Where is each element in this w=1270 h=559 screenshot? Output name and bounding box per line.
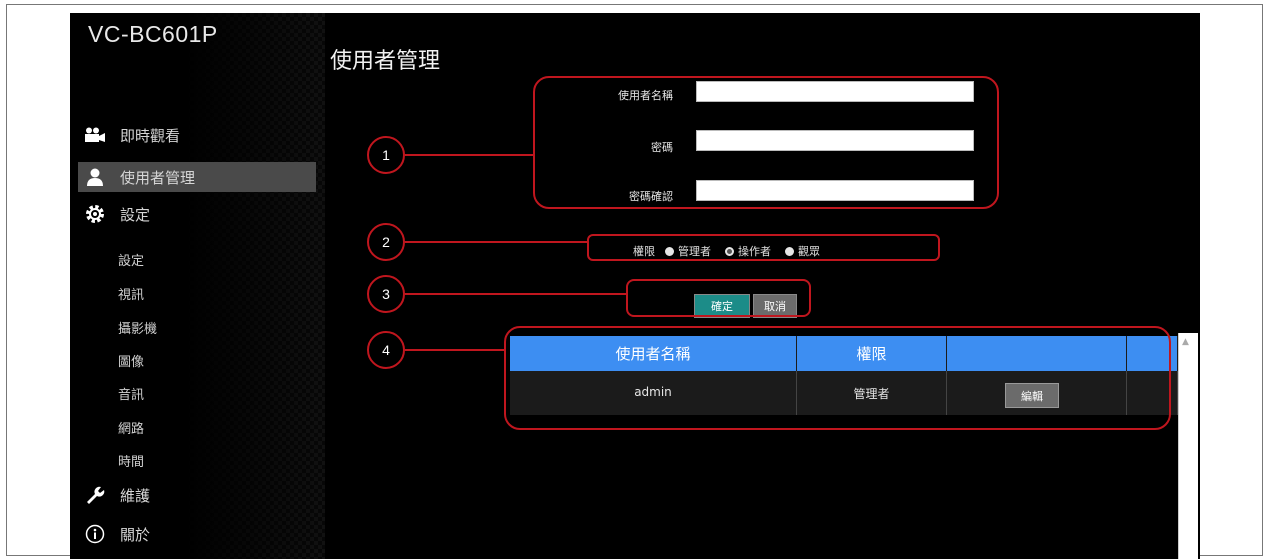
sidebar-item-live-view[interactable]: 即時觀看	[78, 120, 316, 150]
app-window: VC-BC601P 即時觀看 使用者管理 設定 設定 視訊 攝影機 圖像 音訊 …	[70, 13, 1200, 559]
username-input[interactable]	[696, 81, 974, 102]
wrench-icon	[82, 484, 108, 506]
callout-number-4: 4	[367, 331, 405, 369]
table-header-extra	[1127, 336, 1178, 371]
sidebar-item-settings[interactable]: 設定	[78, 199, 316, 229]
callout-number-3: 3	[367, 275, 405, 313]
table-header-permission: 權限	[797, 336, 947, 371]
callout-number-1: 1	[367, 136, 405, 174]
permission-radio-viewer[interactable]: 觀眾	[785, 243, 820, 259]
table-header-username: 使用者名稱	[510, 336, 797, 371]
permission-group: 權限 管理者 操作者 觀眾	[633, 242, 834, 260]
radio-icon	[785, 246, 794, 256]
sidebar-item-about[interactable]: 關於	[78, 519, 316, 549]
radio-selected-icon	[725, 246, 734, 256]
sidebar-item-user-management[interactable]: 使用者管理	[78, 162, 316, 192]
radio-label: 觀眾	[798, 245, 820, 258]
sidebar-item-maintenance[interactable]: 維護	[78, 480, 316, 510]
password-label: 密碼	[651, 141, 673, 154]
sidebar-item-label: 使用者管理	[120, 168, 196, 187]
password-confirm-input[interactable]	[696, 180, 974, 201]
radio-label: 管理者	[678, 245, 711, 258]
page-title: 使用者管理	[330, 49, 441, 74]
brand-title: VC-BC601P	[88, 21, 218, 47]
cancel-button[interactable]: 取消	[753, 294, 797, 318]
table-cell-username: admin	[510, 371, 797, 415]
callout-leader-1	[405, 154, 533, 156]
gear-icon	[82, 203, 108, 225]
password-confirm-label: 密碼確認	[629, 190, 673, 203]
permission-radio-operator[interactable]: 操作者	[725, 243, 771, 259]
sidebar-subitem-camera[interactable]: 攝影機	[118, 318, 157, 337]
video-camera-icon	[82, 124, 108, 146]
callout-number-2: 2	[367, 223, 405, 261]
edit-user-button[interactable]: 編輯	[1005, 383, 1059, 408]
callout-leader-2	[405, 241, 587, 243]
ok-button[interactable]: 確定	[694, 294, 750, 318]
sidebar-subitem-settings[interactable]: 設定	[118, 250, 144, 269]
permission-radio-admin[interactable]: 管理者	[665, 243, 711, 259]
table-cell-extra	[1127, 371, 1178, 415]
password-input[interactable]	[696, 130, 974, 151]
sidebar-subitem-video[interactable]: 視訊	[118, 284, 144, 303]
sidebar-item-label: 設定	[120, 205, 151, 224]
sidebar-item-label: 關於	[120, 525, 151, 544]
sidebar-subitem-image[interactable]: 圖像	[118, 351, 144, 370]
scroll-up-arrow-icon[interactable]: ▲	[1182, 337, 1189, 347]
sidebar-subitem-audio[interactable]: 音訊	[118, 384, 144, 403]
sidebar-subitem-network[interactable]: 網路	[118, 418, 144, 437]
sidebar-item-label: 即時觀看	[120, 126, 181, 145]
table-header-action	[947, 336, 1127, 371]
sidebar-subitem-time[interactable]: 時間	[118, 451, 144, 470]
user-icon	[82, 166, 108, 188]
info-icon	[82, 523, 108, 545]
callout-leader-4	[405, 349, 504, 351]
table-cell-permission: 管理者	[797, 371, 947, 415]
permission-label: 權限	[633, 245, 655, 258]
sidebar-item-label: 維護	[120, 486, 151, 505]
table-scrollbar[interactable]: ▲	[1178, 333, 1198, 559]
radio-label: 操作者	[738, 245, 771, 258]
callout-leader-3	[405, 293, 626, 295]
username-label: 使用者名稱	[618, 89, 673, 102]
sidebar: VC-BC601P 即時觀看 使用者管理 設定 設定 視訊 攝影機 圖像 音訊 …	[70, 13, 325, 559]
radio-icon	[665, 246, 674, 256]
